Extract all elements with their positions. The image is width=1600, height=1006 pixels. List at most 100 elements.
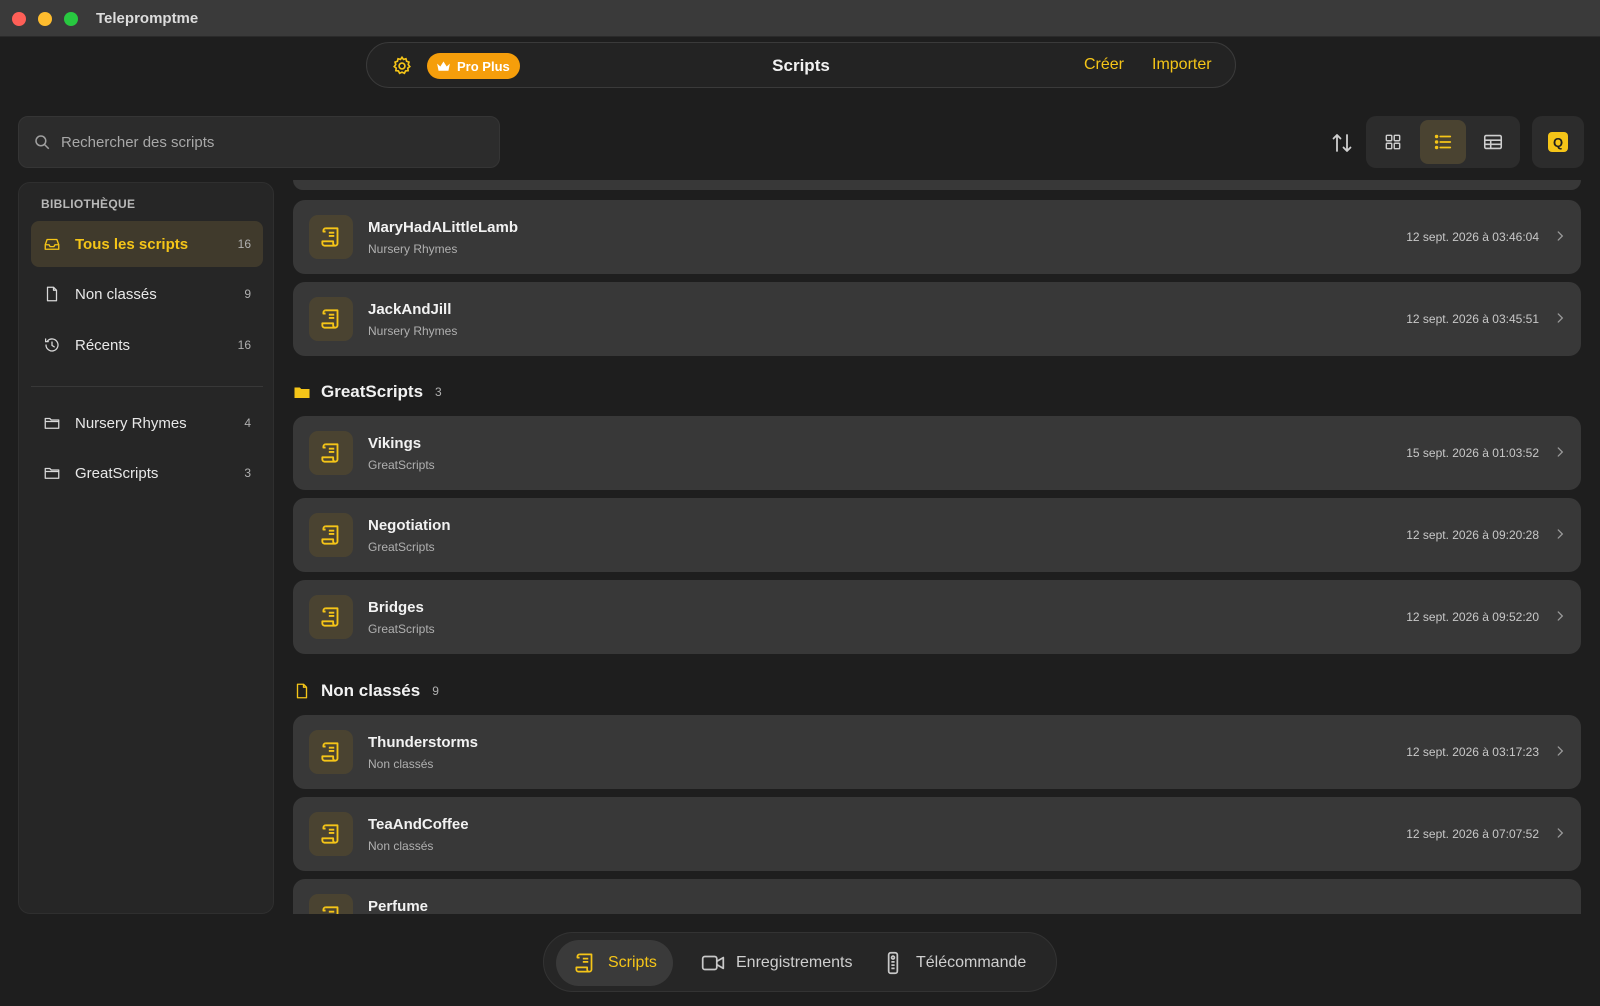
view-mode-switcher (1366, 116, 1520, 168)
script-title: TeaAndCoffee (368, 816, 469, 833)
window-close-button[interactable] (12, 12, 26, 26)
script-card[interactable]: Perfume (293, 879, 1581, 914)
scroll-icon (309, 595, 353, 639)
table-icon (1483, 134, 1503, 150)
sidebar-item-recents[interactable]: Récents 16 (31, 322, 263, 368)
sidebar-item-unclassified[interactable]: Non classés 9 (31, 271, 263, 317)
tab-recordings[interactable]: Enregistrements (684, 940, 869, 986)
sidebar-item-count: 4 (244, 416, 251, 430)
chevron-right-icon (1557, 746, 1564, 756)
previous-card-edge (293, 180, 1581, 190)
q-icon: Q (1548, 132, 1568, 152)
create-button[interactable]: Créer (1084, 56, 1124, 74)
script-title: Perfume (368, 898, 429, 914)
script-date: 12 sept. 2026 à 03:45:51 (1406, 312, 1539, 326)
script-date: 12 sept. 2026 à 09:52:20 (1406, 610, 1539, 624)
script-date: 12 sept. 2026 à 03:46:04 (1406, 230, 1539, 244)
folder-filled-icon (294, 387, 310, 398)
import-button[interactable]: Importer (1152, 56, 1212, 74)
scroll-icon (309, 297, 353, 341)
scroll-icon (309, 513, 353, 557)
chevron-right-icon (1557, 313, 1564, 323)
sidebar-item-label: GreatScripts (75, 464, 159, 482)
scroll-icon (309, 812, 353, 856)
script-date: 12 sept. 2026 à 09:20:28 (1406, 528, 1539, 542)
tab-label: Enregistrements (736, 954, 853, 971)
sidebar-item-count: 16 (237, 338, 251, 352)
script-card[interactable]: Negotiation GreatScripts 12 sept. 2026 à… (293, 498, 1581, 572)
app-title: Telepromptme (96, 10, 199, 27)
script-title: Negotiation (368, 517, 451, 534)
section-count: 9 (432, 684, 439, 698)
sort-arrows-icon (1332, 134, 1352, 152)
quick-button[interactable]: Q (1532, 116, 1584, 168)
script-title: MaryHadALittleLamb (368, 219, 519, 236)
window-minimize-button[interactable] (38, 12, 52, 26)
tab-scripts[interactable]: Scripts (556, 940, 673, 986)
sidebar-item-count: 9 (244, 287, 251, 301)
script-folder: GreatScripts (368, 458, 435, 472)
clock-history-icon (44, 338, 59, 352)
chevron-right-icon (1557, 529, 1564, 539)
script-folder: Nursery Rhymes (368, 242, 458, 256)
chevron-right-icon (1557, 828, 1564, 838)
list-icon (1434, 134, 1452, 150)
tab-label: Scripts (608, 954, 657, 971)
search-input[interactable] (61, 133, 481, 151)
section-title: GreatScripts (321, 382, 424, 401)
top-navigation: Pro Plus Scripts Créer Importer (366, 42, 1236, 88)
sidebar-item-label: Tous les scripts (75, 235, 189, 253)
tab-remote[interactable]: Télécommande (864, 940, 1042, 986)
script-card[interactable]: Bridges GreatScripts 12 sept. 2026 à 09:… (293, 580, 1581, 654)
script-date: 12 sept. 2026 à 03:17:23 (1406, 745, 1539, 759)
script-list[interactable]: MaryHadALittleLamb Nursery Rhymes 12 sep… (293, 180, 1583, 914)
script-title: Thunderstorms (368, 734, 479, 751)
table-view-button[interactable] (1470, 120, 1516, 164)
scroll-icon (309, 431, 353, 475)
scroll-icon (309, 215, 353, 259)
chevron-right-icon (1557, 447, 1564, 457)
sidebar-folder-greatscripts[interactable]: GreatScripts 3 (31, 450, 263, 496)
script-card[interactable]: TeaAndCoffee Non classés 12 sept. 2026 à… (293, 797, 1581, 871)
scroll-icon (309, 730, 353, 774)
window-titlebar: Telepromptme (0, 0, 1600, 37)
chevron-right-icon (1557, 231, 1564, 241)
script-card[interactable]: JackAndJill Nursery Rhymes 12 sept. 2026… (293, 282, 1581, 356)
section-title: Non classés (321, 681, 421, 700)
script-folder: Non classés (368, 839, 434, 853)
section-header-unclassified[interactable]: Non classés 9 (293, 679, 439, 703)
sidebar-folder-nursery-rhymes[interactable]: Nursery Rhymes 4 (31, 400, 263, 446)
tab-label: Télécommande (916, 954, 1027, 971)
grid-view-button[interactable] (1370, 120, 1416, 164)
folder-icon (44, 417, 60, 429)
script-card[interactable]: Thunderstorms Non classés 12 sept. 2026 … (293, 715, 1581, 789)
document-icon (296, 683, 308, 699)
script-title: Bridges (368, 599, 424, 616)
script-folder: Nursery Rhymes (368, 324, 458, 338)
sidebar: BIBLIOTHÈQUE Tous les scripts 16 Non cla… (18, 182, 274, 914)
script-folder: GreatScripts (368, 540, 435, 554)
sidebar-item-label: Nursery Rhymes (75, 414, 187, 432)
sidebar-item-label: Non classés (75, 285, 157, 303)
script-card[interactable]: Vikings GreatScripts 15 sept. 2026 à 01:… (293, 416, 1581, 490)
sidebar-divider (31, 386, 263, 387)
sort-button[interactable] (1330, 131, 1354, 155)
sidebar-item-all-scripts[interactable]: Tous les scripts 16 (31, 221, 263, 267)
script-date: 15 sept. 2026 à 01:03:52 (1406, 446, 1539, 460)
script-title: Vikings (368, 435, 422, 452)
section-header-greatscripts[interactable]: GreatScripts 3 (293, 380, 442, 404)
sidebar-item-label: Récents (75, 336, 131, 354)
chevron-right-icon (1557, 611, 1564, 621)
scroll-icon (575, 953, 593, 973)
script-folder: Non classés (368, 757, 434, 771)
window-maximize-button[interactable] (64, 12, 78, 26)
library-header: BIBLIOTHÈQUE (41, 197, 136, 211)
script-card[interactable]: MaryHadALittleLamb Nursery Rhymes 12 sep… (293, 200, 1581, 274)
folder-icon (44, 467, 60, 479)
list-view-button[interactable] (1420, 120, 1466, 164)
sidebar-item-count: 3 (244, 466, 251, 480)
video-camera-icon (701, 955, 725, 971)
section-count: 3 (435, 385, 442, 399)
grid-icon (1385, 134, 1401, 150)
bottom-tab-bar: Scripts Enregistrements Télécommande (543, 932, 1057, 992)
